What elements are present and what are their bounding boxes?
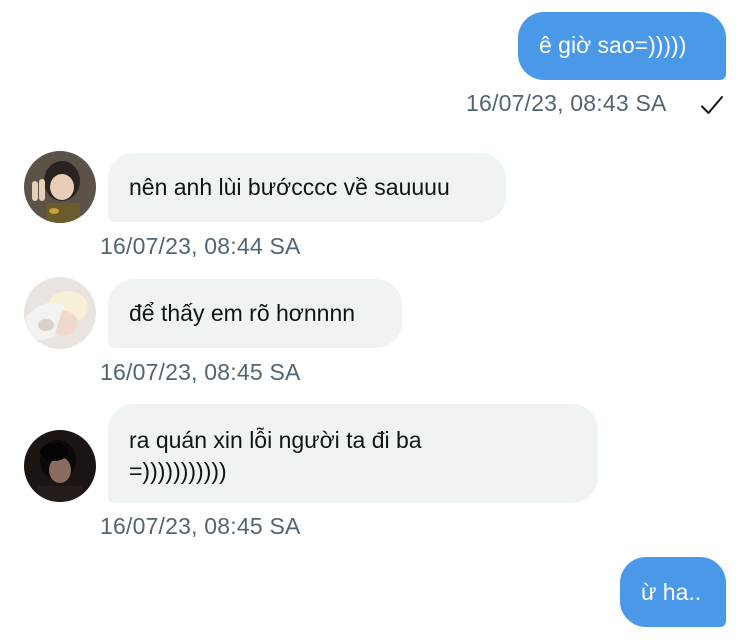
message-text: nên anh lùi bướcccc về sauuuu: [129, 174, 450, 200]
check-icon: [701, 96, 723, 114]
message-timestamp: 16/07/23, 08:45 SA: [100, 359, 301, 385]
avatar[interactable]: [24, 430, 96, 502]
message-text-line: ra quán xin lỗi người ta đi ba: [129, 427, 422, 453]
message-text: để thấy em rõ hơnnnn: [129, 300, 356, 326]
avatar[interactable]: [24, 277, 96, 349]
message-text: ừ ha..: [641, 579, 702, 605]
message-text: ê giờ sao=))))): [539, 32, 687, 58]
avatar[interactable]: [24, 151, 96, 223]
message-bubble-incoming[interactable]: ra quán xin lỗi người ta đi ba =))))))))…: [108, 404, 598, 503]
message-bubble-outgoing[interactable]: ê giờ sao=))))): [518, 12, 726, 80]
message-timestamp: 16/07/23, 08:45 SA: [100, 513, 301, 539]
message-bubble-incoming[interactable]: nên anh lùi bướcccc về sauuuu: [108, 153, 506, 222]
message-text-line: =))))))))))): [129, 458, 227, 484]
message-timestamp: 16/07/23, 08:44 SA: [100, 233, 301, 259]
message-bubble-incoming[interactable]: để thấy em rõ hơnnnn: [108, 279, 402, 348]
message-bubble-outgoing[interactable]: ừ ha..: [620, 557, 726, 627]
message-timestamp: 16/07/23, 08:43 SA: [466, 90, 667, 116]
